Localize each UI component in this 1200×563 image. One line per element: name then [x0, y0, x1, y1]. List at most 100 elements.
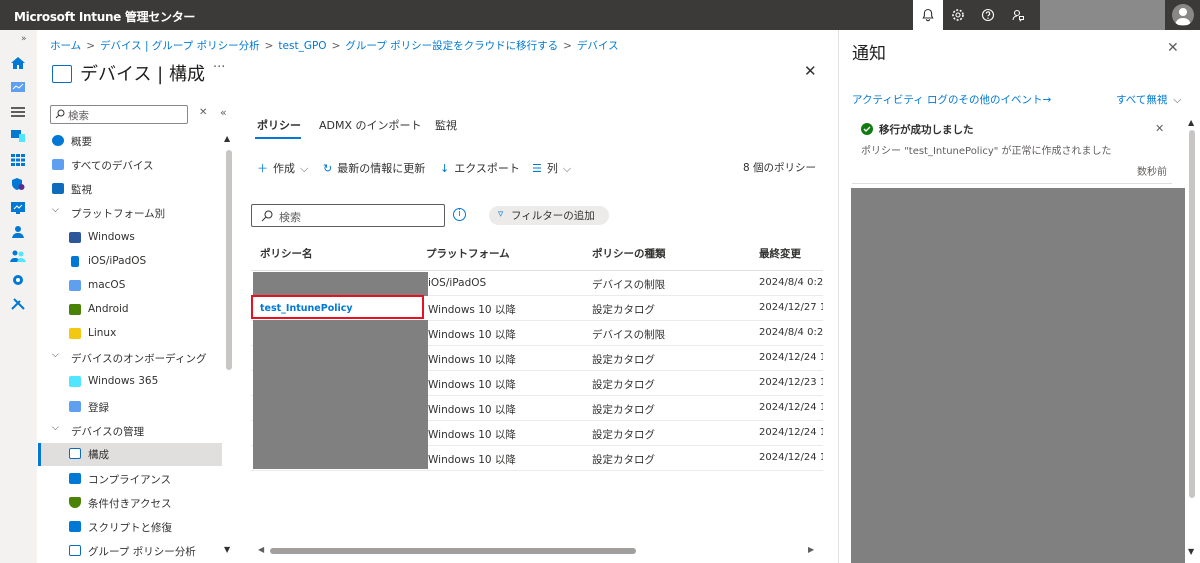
monitor-icon — [52, 183, 64, 194]
endpoint-security-icon[interactable] — [10, 177, 26, 191]
apps-icon[interactable] — [10, 153, 26, 167]
filter-icon: ▿ — [498, 208, 504, 220]
gear-icon[interactable] — [943, 0, 973, 30]
windows365-icon — [69, 376, 81, 387]
more-options-icon[interactable]: ··· — [213, 60, 225, 75]
create-button[interactable]: ＋作成 ⌵ — [257, 160, 308, 176]
search-icon — [261, 210, 273, 222]
info-icon[interactable]: i — [453, 208, 466, 221]
breadcrumb: ホーム > デバイス | グループ ポリシー分析 > test_GPO > グループ ポリシ… — [50, 40, 619, 52]
nav-item-configuration[interactable]: 構成 — [38, 443, 222, 466]
nav-item-compliance[interactable]: コンプライアンス — [38, 468, 222, 491]
nav-scroll-down-icon[interactable]: ▼ — [224, 545, 230, 554]
columns-button[interactable]: ☰ 列 ⌵ — [532, 160, 571, 176]
add-filter-button[interactable]: ▿ フィルターの追加 — [489, 206, 609, 225]
notification-title: 通知 — [852, 44, 886, 64]
policy-search-input[interactable]: 検索 — [251, 204, 445, 227]
nav-item-monitor[interactable]: 監視 — [38, 178, 222, 201]
page-title: デバイス | 構成 — [80, 64, 205, 85]
nav-item-android[interactable]: Android — [38, 299, 222, 322]
nav-scrollbar[interactable] — [226, 150, 232, 370]
left-rail: » — [0, 30, 37, 563]
gp-analytics-icon — [69, 545, 81, 556]
linux-icon — [69, 328, 81, 339]
reports-icon[interactable] — [10, 201, 26, 215]
configuration-icon — [52, 65, 72, 83]
nav-group-onboarding[interactable]: ⌵ デバイスのオンボーディング — [38, 347, 222, 370]
chevron-down-icon: ⌵ — [1173, 94, 1182, 106]
breadcrumb-test-gpo[interactable]: test_GPO — [278, 40, 326, 52]
search-icon — [55, 109, 65, 119]
nav-group-manage-devices[interactable]: ⌵ デバイスの管理 — [38, 420, 222, 443]
refresh-button[interactable]: ↻ 最新の情報に更新 — [323, 160, 425, 176]
nav-group-by-platform[interactable]: ⌵ プラットフォーム別 — [38, 202, 222, 225]
notif-scroll-up-icon[interactable]: ▲ — [1188, 118, 1194, 127]
tab-monitor[interactable]: 監視 — [435, 117, 457, 133]
nav-item-linux[interactable]: Linux — [38, 323, 222, 346]
breadcrumb-devices[interactable]: デバイス — [577, 40, 619, 52]
breadcrumb-migrate[interactable]: グループ ポリシー設定をクラウドに移行する — [345, 40, 558, 52]
dashboard-icon[interactable] — [10, 80, 26, 94]
nav-item-gp-analytics[interactable]: グループ ポリシー分析 — [38, 540, 222, 563]
users-icon[interactable] — [10, 225, 26, 239]
bell-icon[interactable] — [913, 0, 943, 30]
top-bar: Microsoft Intune 管理センター — [0, 0, 1200, 30]
nav-item-macos[interactable]: macOS — [38, 275, 222, 298]
scroll-left-icon[interactable]: ◀ — [258, 545, 264, 554]
avatar[interactable] — [1172, 4, 1194, 26]
expand-rail-icon[interactable]: » — [21, 34, 27, 44]
nav-search-input[interactable]: 検索 — [50, 105, 188, 124]
tenant-admin-icon[interactable] — [10, 273, 26, 287]
nav-item-all-devices[interactable]: すべてのデバイス — [38, 154, 222, 177]
close-button[interactable]: ✕ — [804, 62, 817, 80]
notification-heading: 移行が成功しました — [879, 124, 974, 136]
troubleshooting-icon[interactable] — [10, 297, 26, 311]
nav-scroll-up-icon[interactable]: ▲ — [224, 134, 230, 143]
breadcrumb-home[interactable]: ホーム — [50, 40, 81, 52]
collapse-nav-icon[interactable]: « — [220, 106, 227, 119]
notification-scrollbar[interactable] — [1189, 130, 1195, 498]
account-name-redacted[interactable] — [1040, 0, 1165, 30]
activity-log-link[interactable]: アクティビティ ログのその他のイベント→ — [852, 92, 1051, 107]
column-header-modified[interactable]: 最終変更 — [759, 246, 801, 261]
column-header-platform[interactable]: プラットフォーム — [426, 246, 510, 261]
horizontal-scrollbar[interactable] — [270, 548, 636, 554]
windows-icon — [69, 232, 81, 243]
devices-icon[interactable] — [10, 129, 26, 143]
dismiss-all-button[interactable]: すべて無視 ⌵ — [1116, 92, 1181, 107]
all-services-icon[interactable] — [10, 105, 26, 119]
nav-item-windows[interactable]: Windows — [38, 227, 222, 250]
nav-item-conditional-access[interactable]: 条件付きアクセス — [38, 492, 222, 515]
help-icon[interactable] — [973, 0, 1003, 30]
app-title[interactable]: Microsoft Intune 管理センター — [14, 8, 195, 25]
notification-time: 数秒前 — [1137, 167, 1167, 178]
refresh-icon: ↻ — [323, 162, 333, 175]
export-button[interactable]: ↓ エクスポート — [440, 160, 520, 176]
dismiss-notification-icon[interactable]: ✕ — [1155, 122, 1164, 135]
feedback-icon[interactable] — [1003, 0, 1033, 30]
scroll-right-icon[interactable]: ▶ — [808, 545, 814, 554]
download-icon: ↓ — [440, 162, 450, 175]
info-icon — [52, 135, 64, 146]
clear-search-icon[interactable]: ✕ — [199, 107, 207, 118]
column-header-type[interactable]: ポリシーの種類 — [592, 246, 666, 261]
close-icon[interactable]: ✕ — [1167, 40, 1179, 56]
nav-item-enrollment[interactable]: 登録 — [38, 396, 222, 419]
home-icon[interactable] — [10, 56, 26, 70]
tab-policies[interactable]: ポリシー — [257, 117, 301, 133]
notification-body: ポリシー "test_IntunePolicy" が正常に作成されました — [861, 146, 1112, 157]
column-header-name[interactable]: ポリシー名 — [260, 246, 313, 261]
highlight-box — [251, 295, 424, 319]
script-icon — [69, 521, 81, 532]
groups-icon[interactable] — [10, 249, 26, 263]
nav-item-windows365[interactable]: Windows 365 — [38, 371, 222, 394]
breadcrumb-gp-analytics[interactable]: デバイス | グループ ポリシー分析 — [100, 40, 260, 52]
nav-item-ios[interactable]: iOS/iPadOS — [38, 251, 222, 274]
notif-scroll-down-icon[interactable]: ▼ — [1188, 547, 1194, 556]
chevron-down-icon: ⌵ — [562, 162, 572, 175]
nav-item-scripts[interactable]: スクリプトと修復 — [38, 516, 222, 539]
nav-item-overview[interactable]: 概要 — [38, 130, 222, 153]
chevron-down-icon: ⌵ — [52, 350, 59, 360]
tab-admx-import[interactable]: ADMX のインポート — [319, 117, 422, 133]
redacted-region — [851, 188, 1185, 563]
